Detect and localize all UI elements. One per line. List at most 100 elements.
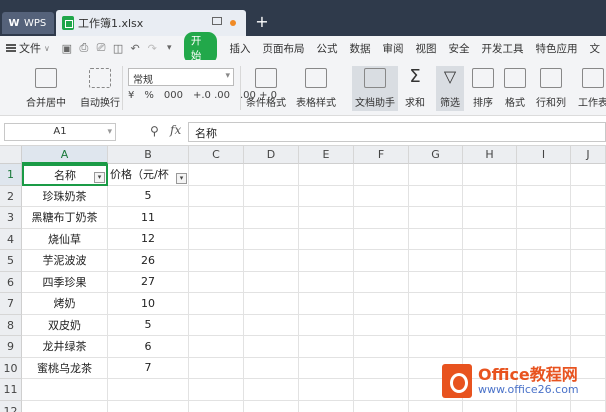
row-header[interactable]: 7 bbox=[0, 293, 22, 315]
number-format-select[interactable]: 常规 bbox=[128, 68, 234, 86]
empty-cell[interactable] bbox=[409, 336, 463, 358]
sort-button[interactable]: 排序 bbox=[472, 68, 494, 109]
empty-cell[interactable] bbox=[189, 207, 244, 229]
empty-cell[interactable] bbox=[244, 164, 299, 186]
document-tab[interactable]: 工作簿1.xlsx bbox=[56, 10, 246, 36]
empty-cell[interactable] bbox=[299, 271, 354, 293]
empty-cell[interactable] bbox=[354, 207, 409, 229]
tab-data[interactable]: 数据 bbox=[343, 41, 376, 56]
empty-cell[interactable] bbox=[354, 164, 409, 186]
header-cell-name[interactable]: 名称 ▾ bbox=[22, 164, 108, 186]
empty-cell[interactable] bbox=[517, 314, 571, 336]
tab-page-layout[interactable]: 页面布局 bbox=[256, 41, 310, 56]
empty-cell[interactable] bbox=[354, 228, 409, 250]
column-header-i[interactable]: I bbox=[517, 146, 571, 164]
table-style-button[interactable]: 表格样式 bbox=[296, 68, 336, 109]
cell-name[interactable]: 蜜桃乌龙茶 bbox=[22, 357, 108, 379]
empty-cell[interactable] bbox=[517, 228, 571, 250]
empty-cell[interactable] bbox=[189, 164, 244, 186]
fx-icon[interactable]: fx bbox=[170, 123, 181, 137]
column-header-a[interactable]: A bbox=[22, 146, 108, 164]
empty-cell[interactable] bbox=[354, 379, 409, 401]
empty-cell[interactable] bbox=[299, 293, 354, 315]
column-header-h[interactable]: H bbox=[463, 146, 517, 164]
conditional-format-button[interactable]: 条件格式 bbox=[246, 68, 286, 109]
cell-name[interactable]: 黑糖布丁奶茶 bbox=[22, 207, 108, 229]
empty-cell[interactable] bbox=[463, 271, 517, 293]
row-header[interactable]: 8 bbox=[0, 314, 22, 336]
formula-input[interactable]: 名称 bbox=[188, 122, 606, 142]
empty-cell[interactable] bbox=[189, 271, 244, 293]
empty-cell[interactable] bbox=[463, 336, 517, 358]
row-header[interactable]: 6 bbox=[0, 271, 22, 293]
filter-dropdown-icon[interactable]: ▾ bbox=[176, 172, 187, 184]
empty-cell[interactable] bbox=[189, 250, 244, 272]
empty-cell[interactable] bbox=[22, 379, 108, 401]
empty-cell[interactable] bbox=[189, 314, 244, 336]
print-preview-icon[interactable]: ◫ bbox=[112, 41, 125, 55]
increase-decimal-button[interactable]: +.0 .00 bbox=[193, 90, 230, 101]
empty-cell[interactable] bbox=[463, 164, 517, 186]
empty-cell[interactable] bbox=[517, 164, 571, 186]
cell-price[interactable]: 26 bbox=[108, 250, 189, 272]
empty-cell[interactable] bbox=[463, 207, 517, 229]
empty-cell[interactable] bbox=[244, 314, 299, 336]
empty-cell[interactable] bbox=[571, 271, 606, 293]
row-header[interactable]: 1 bbox=[0, 164, 22, 186]
row-header[interactable]: 12 bbox=[0, 400, 22, 412]
empty-cell[interactable] bbox=[354, 271, 409, 293]
empty-cell[interactable] bbox=[189, 293, 244, 315]
empty-cell[interactable] bbox=[409, 228, 463, 250]
empty-cell[interactable] bbox=[189, 185, 244, 207]
chevron-down-icon[interactable]: ▾ bbox=[107, 124, 112, 140]
empty-cell[interactable] bbox=[409, 164, 463, 186]
empty-cell[interactable] bbox=[299, 207, 354, 229]
empty-cell[interactable] bbox=[354, 314, 409, 336]
cell-price[interactable]: 7 bbox=[108, 357, 189, 379]
empty-cell[interactable] bbox=[354, 293, 409, 315]
empty-cell[interactable] bbox=[571, 400, 606, 412]
empty-cell[interactable] bbox=[189, 400, 244, 412]
empty-cell[interactable] bbox=[517, 293, 571, 315]
empty-cell[interactable] bbox=[244, 228, 299, 250]
empty-cell[interactable] bbox=[244, 293, 299, 315]
empty-cell[interactable] bbox=[108, 400, 189, 412]
cell-name[interactable]: 芋泥波波 bbox=[22, 250, 108, 272]
empty-cell[interactable] bbox=[409, 314, 463, 336]
customize-icon[interactable]: ▾ bbox=[163, 41, 176, 55]
column-header-d[interactable]: D bbox=[244, 146, 299, 164]
file-menu[interactable]: 文件 ∨ bbox=[0, 40, 58, 56]
empty-cell[interactable] bbox=[354, 400, 409, 412]
tab-view[interactable]: 视图 bbox=[409, 41, 442, 56]
empty-cell[interactable] bbox=[244, 400, 299, 412]
empty-cell[interactable] bbox=[571, 228, 606, 250]
format-button[interactable]: 格式 bbox=[504, 68, 526, 109]
save-icon[interactable]: ▣ bbox=[60, 41, 73, 55]
filter-button[interactable]: ▽ 筛选 bbox=[436, 66, 464, 111]
screen-icon[interactable] bbox=[212, 17, 222, 25]
cell-name[interactable]: 龙井绿茶 bbox=[22, 336, 108, 358]
empty-cell[interactable] bbox=[299, 357, 354, 379]
empty-cell[interactable] bbox=[409, 271, 463, 293]
empty-cell[interactable] bbox=[463, 228, 517, 250]
tab-review[interactable]: 审阅 bbox=[376, 41, 409, 56]
column-header-e[interactable]: E bbox=[299, 146, 354, 164]
empty-cell[interactable] bbox=[571, 336, 606, 358]
row-header[interactable]: 3 bbox=[0, 207, 22, 229]
empty-cell[interactable] bbox=[354, 185, 409, 207]
empty-cell[interactable] bbox=[108, 379, 189, 401]
empty-cell[interactable] bbox=[517, 400, 571, 412]
cell-price[interactable]: 10 bbox=[108, 293, 189, 315]
empty-cell[interactable] bbox=[244, 271, 299, 293]
empty-cell[interactable] bbox=[571, 185, 606, 207]
filter-dropdown-icon[interactable]: ▾ bbox=[94, 171, 105, 183]
cell-name[interactable]: 烤奶 bbox=[22, 293, 108, 315]
empty-cell[interactable] bbox=[354, 357, 409, 379]
tab-security[interactable]: 安全 bbox=[442, 41, 475, 56]
wps-home-tab[interactable]: W WPS bbox=[2, 12, 54, 34]
percent-button[interactable]: % bbox=[144, 90, 154, 101]
empty-cell[interactable] bbox=[517, 250, 571, 272]
worksheet-button[interactable]: 工作表 bbox=[578, 68, 606, 109]
thousands-button[interactable]: 000 bbox=[164, 90, 183, 101]
empty-cell[interactable] bbox=[299, 250, 354, 272]
